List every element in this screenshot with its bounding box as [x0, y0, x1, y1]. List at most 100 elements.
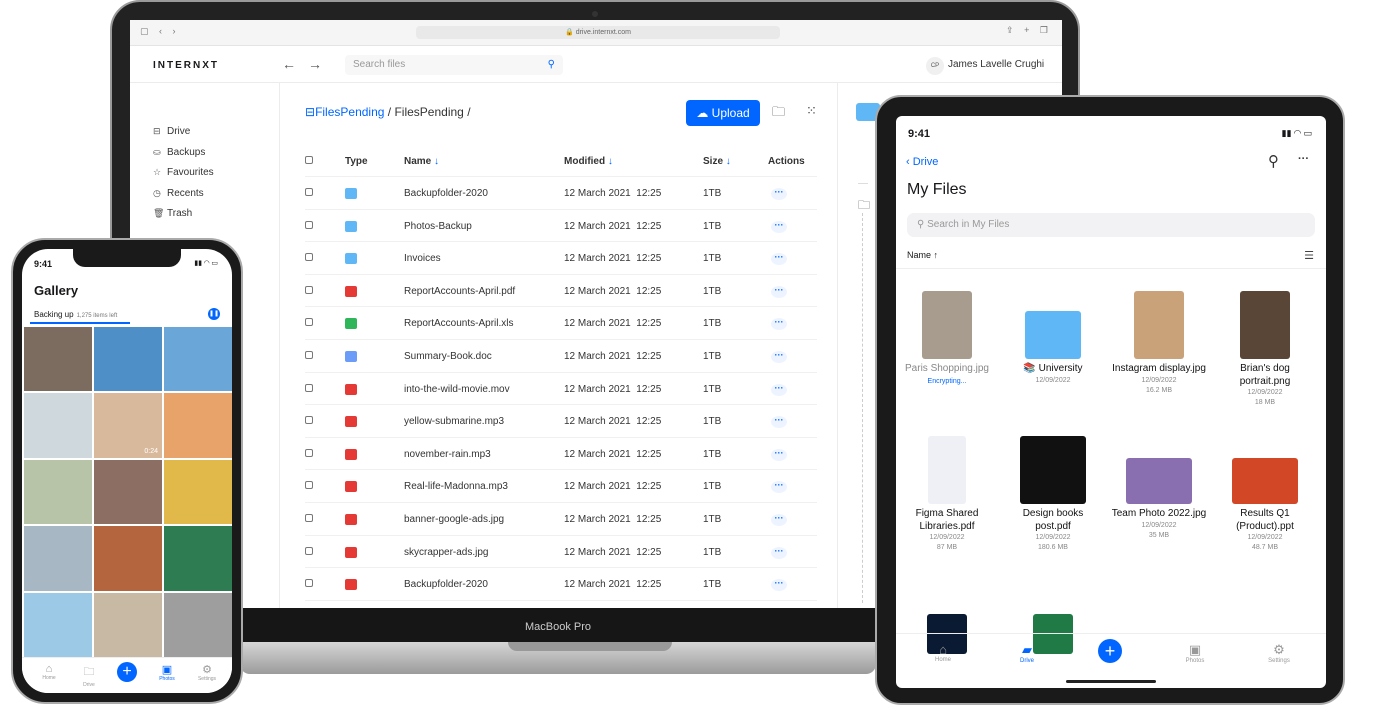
column-size[interactable]: Size ↓: [703, 156, 731, 167]
table-row[interactable]: skycrapper-ads.jpg 12 March 2021 12:25 1TB…: [305, 534, 817, 568]
table-row[interactable]: Real-life-Madonna.mp3 12 March 2021 12:25…: [305, 469, 817, 502]
row-checkbox[interactable]: [305, 383, 313, 395]
row-actions-button[interactable]: ···: [771, 383, 787, 396]
row-checkbox[interactable]: [305, 448, 313, 460]
tab-home[interactable]: ⌂ Home: [923, 642, 963, 663]
sidebar-item-drive[interactable]: ⊟ Drive: [130, 121, 279, 142]
file-name[interactable]: ReportAccounts-April.xls: [404, 318, 513, 329]
row-checkbox[interactable]: [305, 220, 313, 232]
sidebar-item-backups[interactable]: ⛀ Backups: [130, 142, 279, 163]
new-folder-icon[interactable]: 🗀: [858, 196, 870, 217]
photo-thumbnail[interactable]: [24, 459, 92, 525]
row-checkbox[interactable]: [305, 546, 313, 558]
row-actions-button[interactable]: ···: [771, 513, 787, 526]
user-menu[interactable]: CP James Lavelle Crughi: [926, 57, 1044, 75]
file-tile[interactable]: Brian's dog portrait.png 12/09/2022 18 MB: [1216, 291, 1314, 408]
list-view-icon[interactable]: ☰: [1304, 249, 1314, 262]
file-name[interactable]: ReportAccounts-April.pdf: [404, 286, 515, 297]
search-input[interactable]: Search files ⚲: [345, 55, 563, 75]
table-row[interactable]: banner-google-ads.jpg 12 March 2021 12:25…: [305, 502, 817, 535]
sidebar-item-trash[interactable]: 🗑 Trash: [130, 203, 279, 224]
file-tile[interactable]: 📚 University 12/09/2022: [1004, 291, 1102, 386]
row-actions-button[interactable]: ···: [771, 350, 787, 363]
row-actions-button[interactable]: ···: [771, 480, 787, 494]
row-checkbox[interactable]: [305, 318, 313, 329]
table-row[interactable]: Invoices 12 March 2021 12:25 1TB ···: [305, 241, 817, 274]
photo-thumbnail[interactable]: [24, 393, 92, 458]
back-arrow-icon[interactable]: ←: [282, 56, 296, 72]
table-row[interactable]: into-the-wild-movie.mov 12 March 2021 12:…: [305, 371, 817, 405]
select-all-checkbox[interactable]: [305, 156, 313, 164]
row-actions-button[interactable]: ···: [771, 448, 787, 461]
photo-thumbnail[interactable]: [94, 592, 162, 657]
tab-settings[interactable]: ⚙ Settings: [192, 663, 222, 682]
row-actions-button[interactable]: ···: [771, 546, 787, 559]
file-name[interactable]: Photos-Backup: [404, 221, 472, 232]
row-actions-button[interactable]: ···: [771, 252, 787, 266]
file-name[interactable]: Backupfolder-2020: [404, 579, 488, 590]
row-checkbox[interactable]: [305, 285, 313, 297]
pause-button[interactable]: ❚❚: [208, 308, 220, 320]
table-row[interactable]: Backupfolder-2020 12 March 2021 12:25 1TB ·…: [305, 567, 817, 600]
row-checkbox[interactable]: [305, 416, 313, 427]
column-type[interactable]: Type: [345, 156, 368, 167]
sort-control[interactable]: Name ↑: [907, 250, 938, 260]
tab-drive[interactable]: ▰ Drive: [1007, 642, 1047, 664]
file-tile[interactable]: Instagram display.jpg 12/09/2022 16.2 MB: [1110, 291, 1208, 396]
photo-thumbnail[interactable]: [94, 459, 162, 525]
add-button[interactable]: +: [117, 662, 137, 682]
more-icon[interactable]: ···: [1298, 153, 1309, 165]
photo-thumbnail[interactable]: [24, 526, 92, 591]
tab-photos[interactable]: ▣ Photos: [152, 663, 182, 682]
file-tile[interactable]: Figma Shared Libraries.pdf 12/09/2022 87 M…: [898, 436, 996, 553]
photo-thumbnail[interactable]: [94, 327, 162, 392]
grid-view-icon[interactable]: ⁙: [806, 103, 817, 119]
photo-thumbnail[interactable]: [164, 526, 232, 591]
upload-button[interactable]: ☁ Upload: [686, 100, 760, 126]
tab-photos[interactable]: ▣ Photos: [1175, 642, 1215, 664]
photo-thumbnail[interactable]: [94, 526, 162, 591]
file-tile[interactable]: Results Q1 (Product).ppt 12/09/2022 48.7 M…: [1216, 436, 1314, 553]
photo-thumbnail[interactable]: [164, 592, 232, 657]
file-name[interactable]: banner-google-ads.jpg: [404, 514, 504, 525]
forward-arrow-icon[interactable]: →: [308, 56, 322, 72]
row-actions-button[interactable]: ···: [771, 578, 787, 592]
file-name[interactable]: november-rain.mp3: [404, 449, 491, 460]
file-name[interactable]: into-the-wild-movie.mov: [404, 384, 510, 395]
table-row[interactable]: yellow-submarine.mp3 12 March 2021 12:25 1…: [305, 404, 817, 437]
file-name[interactable]: Real-life-Madonna.mp3: [404, 481, 508, 492]
table-row[interactable]: november-rain.mp3 12 March 2021 12:25 1TB ·…: [305, 436, 817, 470]
tab-home[interactable]: ⌂ Home: [34, 663, 64, 681]
photo-thumbnail[interactable]: [164, 327, 232, 392]
photo-thumbnail[interactable]: 0:24: [94, 393, 162, 458]
row-actions-button[interactable]: ···: [771, 220, 787, 233]
table-row[interactable]: ReportAccounts-April.pdf 12 March 2021 12…: [305, 273, 817, 307]
photo-thumbnail[interactable]: [164, 393, 232, 458]
file-tile[interactable]: Design books post.pdf 12/09/2022 180.6 MB: [1004, 436, 1102, 553]
table-row[interactable]: Photos-Backup 12 March 2021 12:25 1TB ···: [305, 208, 817, 242]
column-modified[interactable]: Modified ↓: [564, 156, 613, 167]
row-checkbox[interactable]: [305, 579, 313, 590]
file-name[interactable]: Invoices: [404, 253, 441, 264]
new-folder-icon[interactable]: 🗀: [772, 103, 785, 125]
table-row[interactable]: ReportAccounts-April.xls 12 March 2021 12…: [305, 306, 817, 339]
row-actions-button[interactable]: ···: [771, 317, 787, 331]
file-tile[interactable]: Team Photo 2022.jpg 12/09/2022 35 MB: [1110, 436, 1208, 541]
file-name[interactable]: yellow-submarine.mp3: [404, 416, 504, 427]
row-checkbox[interactable]: [305, 481, 313, 492]
file-name[interactable]: Summary-Book.doc: [404, 351, 492, 362]
file-name[interactable]: Backupfolder-2020: [404, 188, 488, 199]
add-button[interactable]: +: [1098, 639, 1122, 663]
row-actions-button[interactable]: ···: [771, 285, 787, 298]
row-checkbox[interactable]: [305, 188, 313, 199]
address-bar[interactable]: 🔒 drive.internxt.com: [416, 26, 780, 39]
table-row[interactable]: Summary-Book.doc 12 March 2021 12:25 1TB ··…: [305, 339, 817, 372]
file-tile[interactable]: Paris Shopping.jpg Encrypting...: [898, 291, 996, 388]
row-actions-button[interactable]: ···: [771, 187, 787, 200]
tab-drive[interactable]: 🗀 Drive: [74, 663, 104, 688]
file-name[interactable]: skycrapper-ads.jpg: [404, 547, 488, 558]
photo-thumbnail[interactable]: [24, 592, 92, 657]
tab-settings[interactable]: ⚙ Settings: [1259, 642, 1299, 664]
photo-thumbnail[interactable]: [164, 459, 232, 525]
back-button[interactable]: ‹ Drive: [906, 156, 938, 168]
